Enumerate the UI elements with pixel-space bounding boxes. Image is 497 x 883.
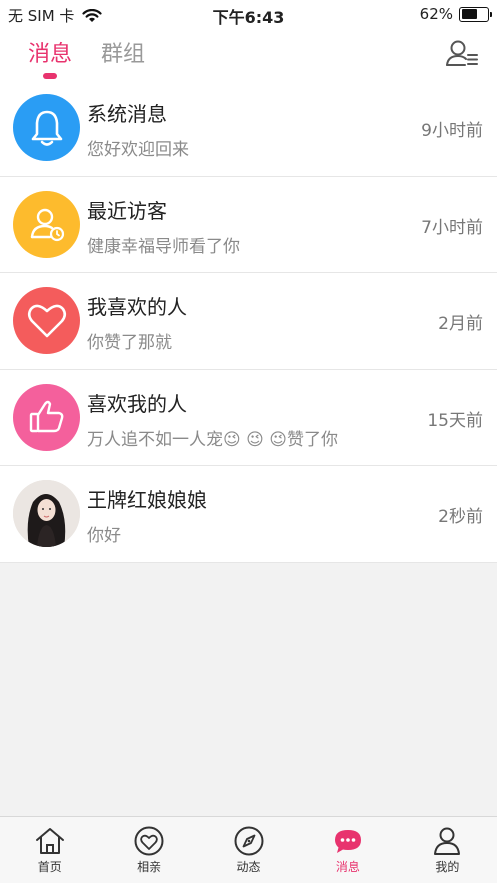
compass-icon — [234, 826, 264, 856]
tab-me[interactable]: 我的 — [398, 817, 497, 883]
message-list: 系统消息 您好欢迎回来 9小时前 最近访客 健康幸福导师看了你 7小时前 我喜欢… — [0, 80, 497, 563]
tab-messages-bottom[interactable]: 消息 — [298, 817, 397, 883]
avatar-photo — [13, 480, 80, 548]
status-bar: 无 SIM 卡 下午6:43 62% — [0, 0, 497, 28]
row-time: 15天前 — [427, 410, 483, 431]
tab-label: 我的 — [435, 860, 460, 874]
list-item-system-messages[interactable]: 系统消息 您好欢迎回来 9小时前 — [0, 80, 497, 177]
tab-matchmaking[interactable]: 相亲 — [99, 817, 198, 883]
row-title: 最近访客 — [87, 198, 167, 223]
tab-home[interactable]: 首页 — [0, 817, 99, 883]
list-item-recent-visitors[interactable]: 最近访客 健康幸福导师看了你 7小时前 — [0, 177, 497, 274]
list-item-people-i-like[interactable]: 我喜欢的人 你赞了那就 2月前 — [0, 273, 497, 370]
row-title: 喜欢我的人 — [87, 391, 187, 416]
avatar — [13, 94, 80, 161]
row-title: 系统消息 — [87, 102, 167, 126]
row-subtitle: 你赞了那就 — [87, 333, 172, 354]
chat-bubble-icon — [334, 830, 361, 853]
tab-moments[interactable]: 动态 — [199, 817, 298, 883]
tab-label: 相亲 — [137, 860, 162, 874]
header: 消息 群组 — [0, 28, 497, 80]
tab-label: 首页 — [37, 860, 62, 874]
avatar — [13, 190, 80, 258]
list-item-people-who-like-me[interactable]: 喜欢我的人 万人追不如一人宠😉 😉 😉赞了你 15天前 — [0, 370, 497, 467]
heart-icon — [27, 304, 66, 337]
list-item-matchmaker[interactable]: 王牌红娘娘娘 你好 2秒前 — [0, 466, 497, 563]
row-time: 9小时前 — [421, 121, 483, 141]
avatar — [13, 480, 80, 548]
battery-percent: 62% — [419, 5, 453, 23]
visitor-icon — [30, 208, 64, 242]
avatar — [13, 383, 80, 451]
battery-icon — [459, 6, 492, 22]
bottom-tab-bar: 首页 相亲 动态 消息 我的 — [0, 816, 497, 883]
contacts-icon[interactable] — [445, 38, 479, 68]
row-time: 7小时前 — [421, 217, 483, 238]
battery-indicator: 62% — [419, 5, 492, 23]
tab-messages[interactable]: 消息 — [28, 36, 72, 68]
row-subtitle: 您好欢迎回来 — [87, 140, 189, 160]
row-subtitle: 健康幸福导师看了你 — [87, 236, 240, 257]
tab-label: 消息 — [335, 860, 360, 874]
bell-icon — [31, 110, 62, 146]
heart-circle-icon — [134, 826, 164, 856]
thumbs-up-icon — [29, 401, 63, 433]
battery-fill — [461, 9, 477, 19]
person-icon — [434, 827, 461, 855]
active-tab-indicator — [43, 73, 57, 79]
home-icon — [35, 828, 64, 854]
row-title: 我喜欢的人 — [87, 295, 187, 320]
row-subtitle: 你好 — [87, 526, 121, 547]
row-subtitle: 万人追不如一人宠😉 😉 😉赞了你 — [87, 429, 338, 450]
tab-label: 动态 — [236, 860, 261, 874]
row-time: 2秒前 — [438, 507, 483, 528]
row-time: 2月前 — [438, 314, 483, 335]
row-title: 王牌红娘娘娘 — [87, 488, 207, 513]
tab-groups[interactable]: 群组 — [101, 36, 145, 68]
avatar — [13, 287, 80, 355]
